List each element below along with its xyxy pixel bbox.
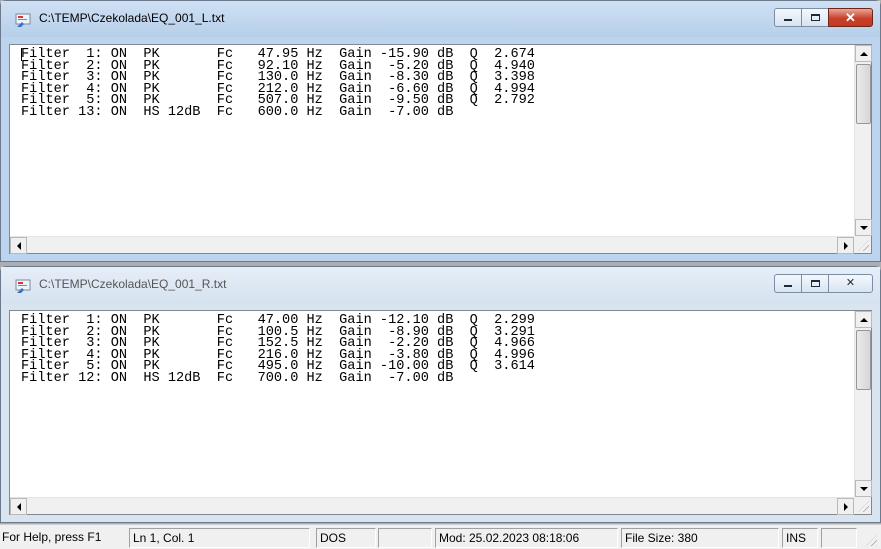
status-insert-mode: INS: [782, 528, 818, 548]
minimize-button[interactable]: [774, 8, 801, 27]
window-title: C:\TEMP\Czekolada\EQ_001_L.txt: [39, 11, 225, 25]
scroll-down-button[interactable]: [855, 480, 872, 497]
scroll-up-button[interactable]: [855, 45, 872, 62]
arrow-down-icon: [859, 486, 868, 491]
status-empty-pane: [378, 528, 432, 548]
document-icon: [15, 279, 31, 293]
status-bar: For Help, press F1 Ln 1, Col. 1 DOS Mod:…: [0, 524, 881, 549]
close-icon: ✕: [845, 277, 856, 289]
maximize-button[interactable]: [801, 8, 828, 27]
document-window-right[interactable]: C:\TEMP\Czekolada\EQ_001_R.txt ✕ Filter …: [0, 266, 881, 523]
window-titlebar[interactable]: C:\TEMP\Czekolada\EQ_001_L.txt ✕: [1, 1, 880, 37]
editor-client-area[interactable]: Filter 1: ON PK Fc 47.95 Hz Gain -15.90 …: [9, 44, 872, 254]
status-modified-time: Mod: 25.02.2023 08:18:06: [435, 528, 618, 548]
arrow-up-icon: [859, 51, 868, 56]
scroll-down-button[interactable]: [855, 219, 872, 236]
scroll-left-button[interactable]: [10, 237, 27, 254]
maximize-icon: [810, 280, 820, 287]
size-grip[interactable]: [854, 497, 871, 514]
close-button[interactable]: ✕: [828, 8, 873, 27]
window-titlebar[interactable]: C:\TEMP\Czekolada\EQ_001_R.txt ✕: [1, 267, 880, 303]
window-title: C:\TEMP\Czekolada\EQ_001_R.txt: [39, 277, 227, 291]
caption-buttons: ✕: [774, 274, 873, 293]
status-empty-pane: [821, 528, 857, 548]
minimize-button[interactable]: [774, 274, 801, 293]
arrow-left-icon: [16, 502, 21, 511]
text-line: Filter 12: ON HS 12dB Fc 700.0 Hz Gain -…: [21, 370, 454, 386]
caption-buttons: ✕: [774, 8, 873, 27]
document-icon: [15, 13, 31, 27]
window-size-grip[interactable]: [862, 531, 879, 548]
text-editor[interactable]: Filter 1: ON PK Fc 47.95 Hz Gain -15.90 …: [10, 45, 854, 236]
maximize-button[interactable]: [801, 274, 828, 293]
status-file-size: File Size: 380: [621, 528, 779, 548]
arrow-right-icon: [843, 241, 848, 250]
document-window-left[interactable]: C:\TEMP\Czekolada\EQ_001_L.txt ✕ Filter …: [0, 0, 881, 262]
scroll-left-button[interactable]: [10, 498, 27, 515]
scroll-right-button[interactable]: [837, 237, 854, 254]
text-caret: [21, 48, 22, 61]
vertical-scrollbar[interactable]: [854, 311, 872, 497]
status-line-format: DOS: [316, 528, 376, 548]
horizontal-scrollbar[interactable]: [10, 497, 854, 515]
editor-client-area[interactable]: Filter 1: ON PK Fc 47.00 Hz Gain -12.10 …: [9, 310, 872, 515]
vertical-scroll-thumb[interactable]: [856, 330, 871, 390]
text-line: Filter 13: ON HS 12dB Fc 600.0 Hz Gain -…: [21, 104, 454, 120]
arrow-up-icon: [859, 317, 868, 322]
size-grip[interactable]: [854, 236, 871, 253]
scroll-up-button[interactable]: [855, 311, 872, 328]
horizontal-scrollbar[interactable]: [10, 236, 854, 254]
close-button[interactable]: ✕: [828, 274, 873, 293]
minimize-icon: [784, 19, 792, 21]
vertical-scrollbar[interactable]: [854, 45, 872, 236]
arrow-down-icon: [859, 225, 868, 230]
status-help-text: For Help, press F1: [2, 530, 102, 544]
status-cursor-position: Ln 1, Col. 1: [129, 528, 310, 548]
maximize-icon: [810, 14, 820, 21]
close-icon: ✕: [845, 10, 856, 25]
minimize-icon: [784, 285, 792, 287]
text-editor[interactable]: Filter 1: ON PK Fc 47.00 Hz Gain -12.10 …: [10, 311, 854, 497]
vertical-scroll-thumb[interactable]: [856, 64, 871, 124]
arrow-left-icon: [16, 241, 21, 250]
scroll-right-button[interactable]: [837, 498, 854, 515]
arrow-right-icon: [843, 502, 848, 511]
